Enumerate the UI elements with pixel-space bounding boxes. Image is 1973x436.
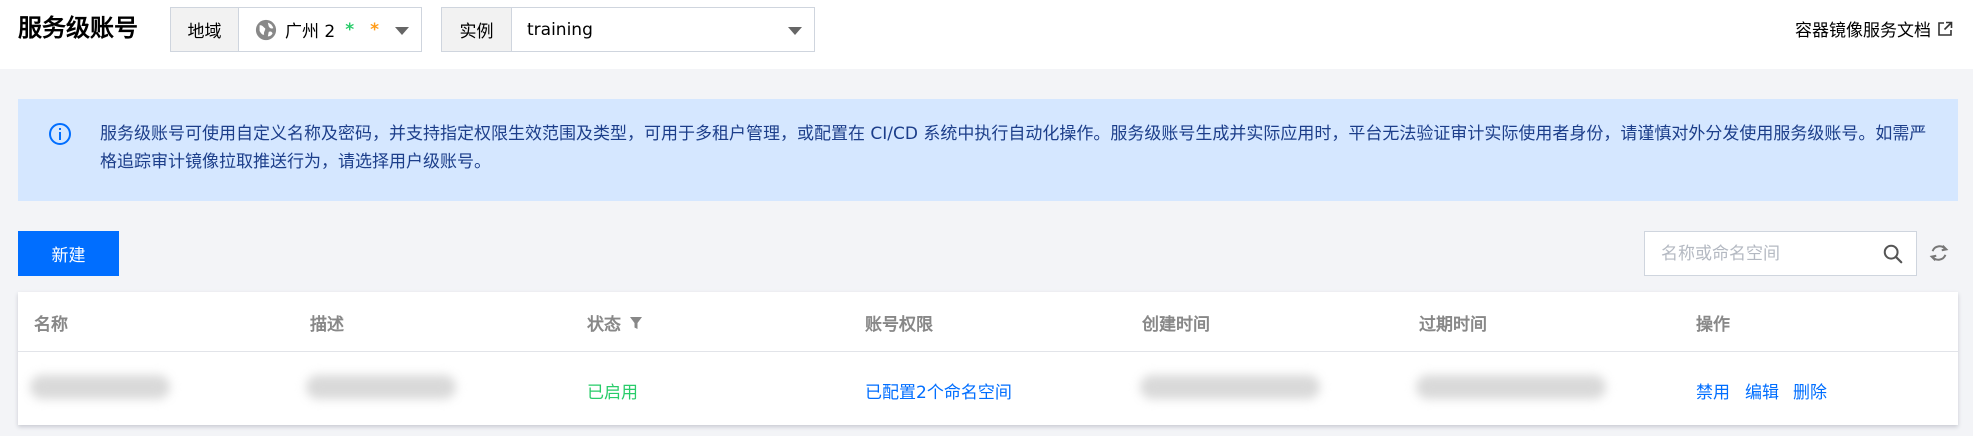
doc-link[interactable]: 容器镜像服务文档 <box>1795 16 1953 41</box>
new-button[interactable]: 新建 <box>18 231 119 276</box>
region-mark-orange: * <box>370 19 380 40</box>
status-badge: 已启用 <box>587 383 638 403</box>
instance-value: training <box>527 19 593 40</box>
column-permission: 账号权限 <box>865 315 933 335</box>
column-created: 创建时间 <box>1142 315 1210 335</box>
column-actions: 操作 <box>1696 315 1730 335</box>
redacted-name <box>30 375 170 399</box>
chevron-down-icon <box>395 27 409 35</box>
page-title: 服务级账号 <box>18 14 138 42</box>
region-label: 地域 <box>171 8 239 51</box>
chevron-down-icon <box>788 27 802 35</box>
refresh-icon[interactable] <box>1928 242 1950 264</box>
info-icon <box>49 123 71 145</box>
instance-selector[interactable]: 实例 training <box>441 7 815 52</box>
region-selector[interactable]: 地域 广州 2 * * <box>170 7 422 52</box>
accounts-table: 名称 描述 状态 账号权限 创建时间 过期时间 操作 已启用 已配置2个命名空间… <box>18 292 1958 425</box>
doc-link-label: 容器镜像服务文档 <box>1795 21 1931 41</box>
table-header: 名称 描述 状态 账号权限 创建时间 过期时间 操作 <box>18 292 1958 352</box>
external-link-icon <box>1938 21 1953 36</box>
info-alert: 服务级账号可使用自定义名称及密码，并支持指定权限生效范围及类型，可用于多租户管理… <box>18 99 1958 201</box>
redacted-expire-time <box>1416 375 1606 399</box>
column-name: 名称 <box>34 315 68 335</box>
column-status: 状态 <box>587 310 643 335</box>
filter-icon[interactable] <box>629 316 643 330</box>
redacted-created-time <box>1140 375 1320 399</box>
page-header: 服务级账号 地域 广州 2 * * 实例 training 容器镜像服务文档 <box>0 0 1973 69</box>
redacted-description <box>306 375 456 399</box>
column-status-label: 状态 <box>587 315 621 335</box>
column-description: 描述 <box>310 315 344 335</box>
disable-button[interactable]: 禁用 <box>1696 378 1730 403</box>
edit-button[interactable]: 编辑 <box>1745 378 1779 403</box>
region-mark-green: * <box>345 19 355 40</box>
region-value: 广州 2 <box>285 22 336 42</box>
column-expires: 过期时间 <box>1419 315 1487 335</box>
search-input[interactable] <box>1645 232 1875 275</box>
table-row: 已启用 已配置2个命名空间 禁用 编辑 删除 <box>18 353 1958 425</box>
instance-dropdown[interactable]: training <box>512 8 814 51</box>
search-icon[interactable] <box>1882 243 1904 265</box>
delete-button[interactable]: 删除 <box>1793 378 1827 403</box>
globe-icon <box>255 19 277 40</box>
region-dropdown[interactable]: 广州 2 * * <box>239 8 421 51</box>
instance-label: 实例 <box>442 8 512 51</box>
permission-link[interactable]: 已配置2个命名空间 <box>865 378 1012 403</box>
search-box[interactable] <box>1644 231 1917 276</box>
alert-text: 服务级账号可使用自定义名称及密码，并支持指定权限生效范围及类型，可用于多租户管理… <box>100 124 1927 172</box>
